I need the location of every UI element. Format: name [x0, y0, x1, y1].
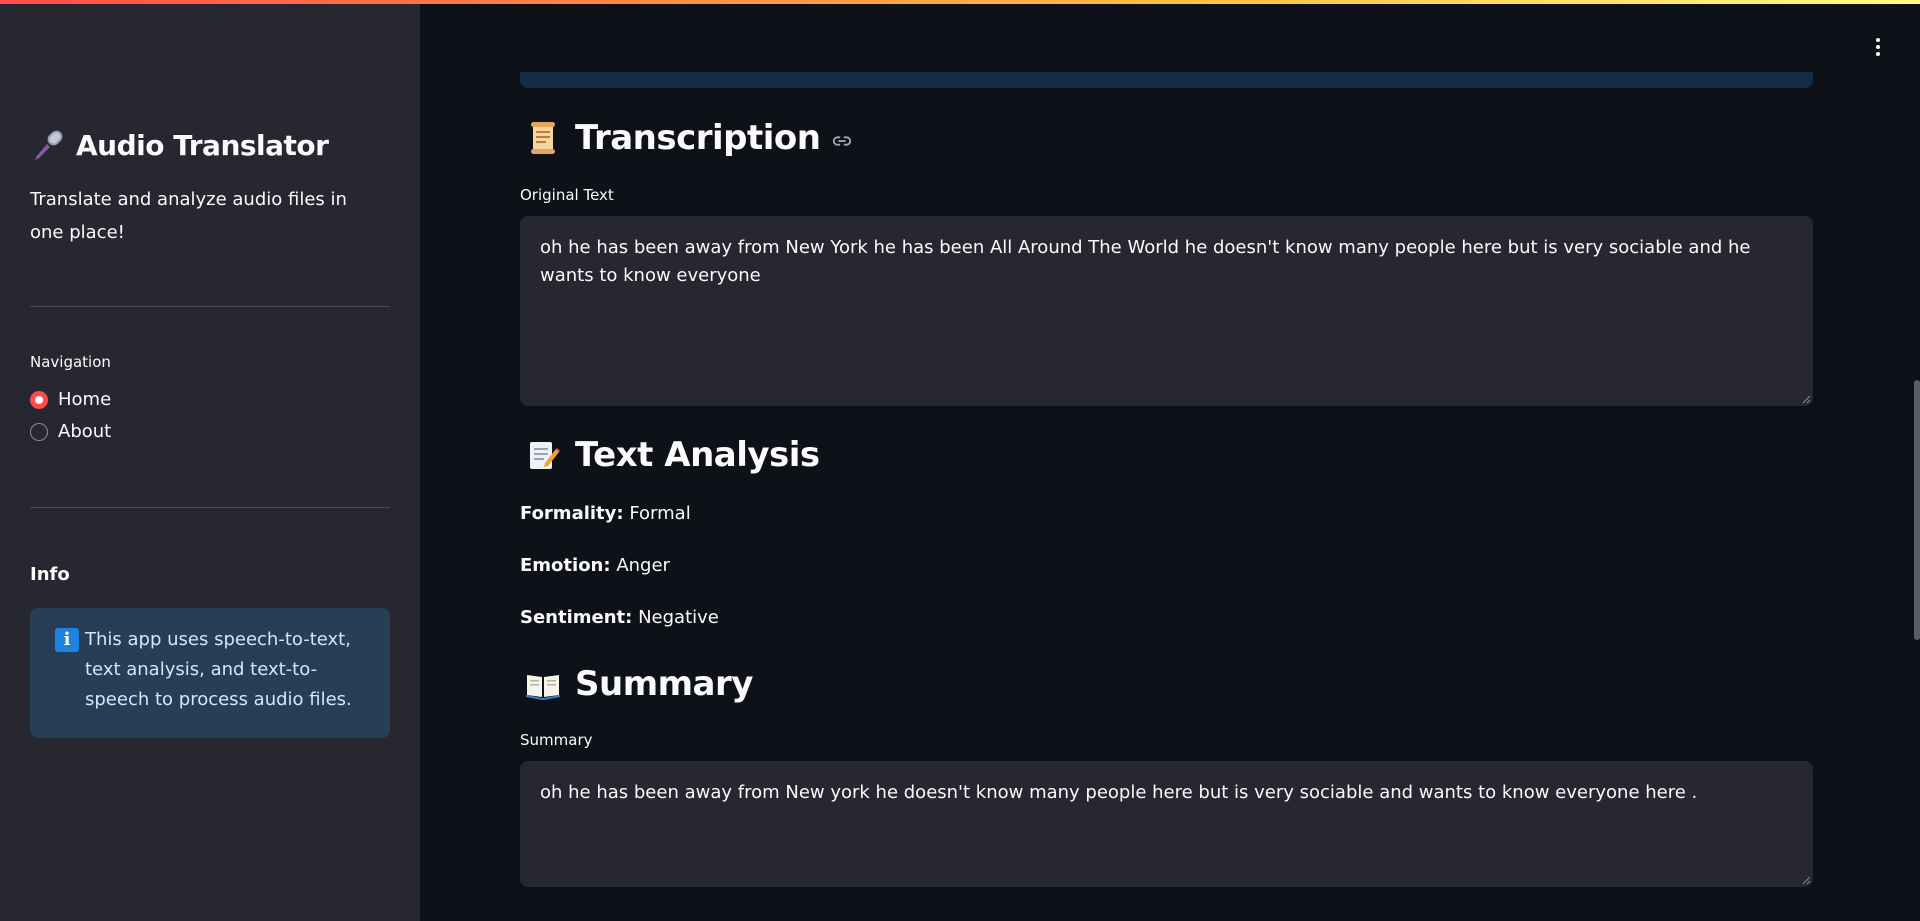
app-subtitle: Translate and analyze audio files in one… [30, 189, 347, 243]
open-book-icon [526, 675, 560, 700]
sidebar-title: Audio Translator [30, 127, 329, 163]
formality-label: Formality: [520, 503, 624, 524]
original-text-label: Original Text [520, 186, 614, 204]
transcription-heading: Transcription [525, 118, 853, 158]
text-analysis-title: Text Analysis [575, 435, 820, 475]
scrollbar-thumb[interactable] [1914, 380, 1920, 640]
info-heading: Info [30, 564, 70, 585]
app-title: Audio Translator [76, 128, 329, 162]
info-text: This app uses speech-to-text, text analy… [85, 629, 352, 710]
summary-text-area[interactable]: oh he has been away from New york he doe… [520, 761, 1813, 887]
sidebar-divider [30, 306, 390, 307]
text-analysis-heading: Text Analysis [525, 435, 820, 475]
summary-text-value: oh he has been away from New york he doe… [540, 782, 1698, 803]
kebab-menu-icon[interactable] [1876, 38, 1880, 56]
top-decoration-bar [0, 0, 1920, 4]
main-content: Transcription Original Text oh he has be… [420, 0, 1920, 921]
scroll-icon [531, 122, 555, 154]
nav-item-about-label: About [58, 421, 112, 442]
emotion-line: Emotion: Anger [520, 555, 670, 576]
sentiment-value: Negative [638, 607, 719, 628]
sidebar: Audio Translator Translate and analyze a… [0, 0, 420, 921]
transcription-title: Transcription [575, 118, 821, 158]
emotion-value: Anger [616, 555, 670, 576]
emotion-label: Emotion: [520, 555, 611, 576]
nav-radio-about[interactable]: About [30, 421, 111, 442]
original-text-value: oh he has been away from New York he has… [540, 237, 1751, 286]
nav-radio-home[interactable]: Home [30, 389, 111, 410]
previous-element-bottom [520, 72, 1813, 88]
microphone-icon [34, 130, 63, 161]
formality-line: Formality: Formal [520, 503, 691, 524]
summary-heading: Summary [525, 664, 753, 704]
information-icon: i [55, 628, 79, 652]
summary-title: Summary [575, 664, 753, 704]
resize-handle-icon[interactable] [1801, 875, 1811, 885]
navigation-label: Navigation [30, 353, 111, 371]
summary-label: Summary [520, 731, 593, 749]
link-icon[interactable] [831, 130, 853, 152]
sidebar-divider [30, 507, 390, 508]
resize-handle-icon[interactable] [1801, 394, 1811, 404]
formality-value: Formal [629, 503, 691, 524]
original-text-area[interactable]: oh he has been away from New York he has… [520, 216, 1813, 406]
radio-selected-icon[interactable] [30, 390, 48, 409]
sentiment-label: Sentiment: [520, 607, 633, 628]
nav-item-home-label: Home [58, 389, 112, 410]
memo-icon [530, 442, 560, 469]
info-alert: i This app uses speech-to-text, text ana… [30, 608, 390, 738]
radio-unselected-icon[interactable] [30, 422, 48, 441]
sentiment-line: Sentiment: Negative [520, 607, 719, 628]
